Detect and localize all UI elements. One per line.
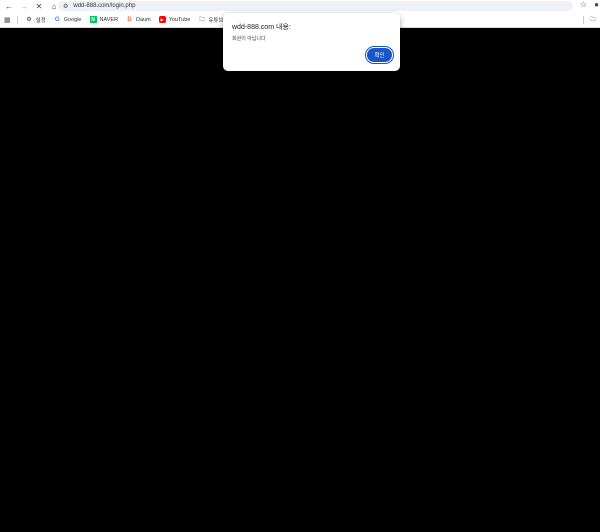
address-bar[interactable]: ⚙ wdd-888.com/login.php <box>58 1 573 11</box>
apps-grid-icon[interactable]: ▦ <box>4 16 11 24</box>
profile-icon[interactable]: ● <box>594 0 599 9</box>
bookmark-settings[interactable]: ⚙ 설정 <box>26 16 46 24</box>
bookmark-star-icon[interactable]: ☆ <box>580 0 587 9</box>
google-icon: G <box>54 16 60 23</box>
bookmark-youtube[interactable]: ▶ YouTube <box>158 16 191 23</box>
bookmark-label: Google <box>63 16 82 23</box>
stop-icon[interactable]: ✕ <box>33 0 45 12</box>
gear-icon: ⚙ <box>26 17 32 23</box>
youtube-icon: ▶ <box>158 16 166 23</box>
bookmark-label: 설정 <box>35 17 46 24</box>
bookmarks-separator <box>582 16 584 24</box>
browser-toolbar: ← → ✕ ⌂ ⚙ wdd-888.com/login.php ☆ ● <box>0 0 600 12</box>
naver-icon: N <box>89 16 97 23</box>
bookmark-label: NAVER <box>99 16 119 23</box>
back-icon[interactable]: ← <box>3 0 15 12</box>
forward-icon[interactable]: → <box>18 0 30 12</box>
folder-icon: 🗀 <box>589 17 596 23</box>
ok-button[interactable]: 확인 <box>367 48 392 62</box>
bookmark-label: 유튜브 <box>208 17 224 24</box>
site-settings-icon[interactable]: ⚙ <box>63 3 68 10</box>
bookmark-label: YouTube <box>168 16 191 23</box>
dialog-message: 회원이 아닙니다 <box>232 36 266 42</box>
dialog-title: wdd-888.com 내용: <box>232 24 291 31</box>
bookmark-google[interactable]: G Google <box>54 16 82 23</box>
url-text: wdd-888.com/login.php <box>73 3 136 9</box>
bookmarks-separator <box>16 15 18 24</box>
folder-icon: 🗀 <box>198 16 205 23</box>
bookmark-daum[interactable]: D Daum <box>126 16 151 23</box>
bookmark-label: Daum <box>136 16 151 23</box>
other-bookmarks[interactable]: 🗀 <box>582 15 598 25</box>
bookmark-naver[interactable]: N NAVER <box>89 16 119 23</box>
daum-icon: D <box>127 16 132 23</box>
bookmark-folder[interactable]: 🗀 유튜브 <box>198 16 224 24</box>
